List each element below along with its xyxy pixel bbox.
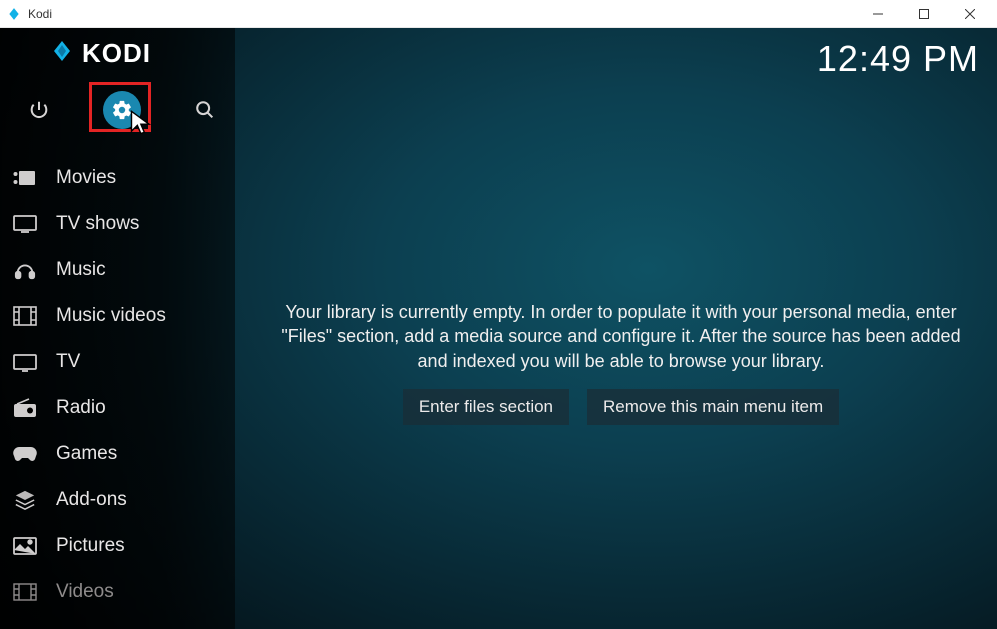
empty-library-message: Your library is currently empty. In orde… (265, 300, 977, 373)
movies-icon (12, 167, 38, 189)
window-title: Kodi (28, 7, 855, 21)
sidebar-item-label: Games (56, 443, 117, 465)
tv-icon (12, 351, 38, 373)
power-icon[interactable] (24, 95, 54, 125)
action-button-row: Enter files section Remove this main men… (265, 389, 977, 425)
close-button[interactable] (947, 0, 993, 28)
clock: 12:49 PM (817, 38, 979, 80)
brand-text: KODI (82, 38, 151, 69)
sidebar-item-label: Music videos (56, 305, 166, 327)
sidebar-item-label: Pictures (56, 535, 125, 557)
sidebar-menu: Movies TV shows Music Music videos (0, 155, 235, 615)
minimize-button[interactable] (855, 0, 901, 28)
sidebar-item-addons[interactable]: Add-ons (0, 477, 235, 523)
musicvideos-icon (12, 305, 38, 327)
empty-library-panel: Your library is currently empty. In orde… (265, 300, 977, 425)
music-icon (12, 259, 38, 281)
enter-files-button[interactable]: Enter files section (403, 389, 569, 425)
sidebar-item-pictures[interactable]: Pictures (0, 523, 235, 569)
sidebar-item-label: Music (56, 259, 106, 281)
sidebar-item-label: TV shows (56, 213, 139, 235)
remove-menu-item-button[interactable]: Remove this main menu item (587, 389, 839, 425)
addons-icon (12, 489, 38, 511)
brand: KODI (0, 34, 235, 79)
sidebar-item-music[interactable]: Music (0, 247, 235, 293)
sidebar-item-games[interactable]: Games (0, 431, 235, 477)
sidebar-item-radio[interactable]: Radio (0, 385, 235, 431)
top-icon-row (0, 79, 235, 155)
sidebar-item-label: Radio (56, 397, 106, 419)
window-controls (855, 0, 993, 28)
sidebar-item-movies[interactable]: Movies (0, 155, 235, 201)
radio-icon (12, 397, 38, 419)
videos-icon (12, 581, 38, 603)
sidebar-item-tv[interactable]: TV (0, 339, 235, 385)
sidebar: KODI Mo (0, 28, 235, 629)
sidebar-item-videos[interactable]: Videos (0, 569, 235, 615)
sidebar-item-label: Movies (56, 167, 116, 189)
sidebar-item-tvshows[interactable]: TV shows (0, 201, 235, 247)
tvshows-icon (12, 213, 38, 235)
maximize-button[interactable] (901, 0, 947, 28)
sidebar-item-label: TV (56, 351, 80, 373)
sidebar-item-label: Add-ons (56, 489, 127, 511)
kodi-logo-icon (50, 39, 74, 68)
pictures-icon (12, 535, 38, 557)
search-icon[interactable] (190, 95, 220, 125)
gear-icon (103, 91, 141, 129)
window-titlebar: Kodi (0, 0, 997, 28)
sidebar-item-musicvideos[interactable]: Music videos (0, 293, 235, 339)
kodi-app-icon (6, 6, 22, 22)
games-icon (12, 443, 38, 465)
app-body: 12:49 PM KODI (0, 28, 997, 629)
sidebar-item-label: Videos (56, 581, 114, 603)
settings-button[interactable] (94, 87, 150, 133)
